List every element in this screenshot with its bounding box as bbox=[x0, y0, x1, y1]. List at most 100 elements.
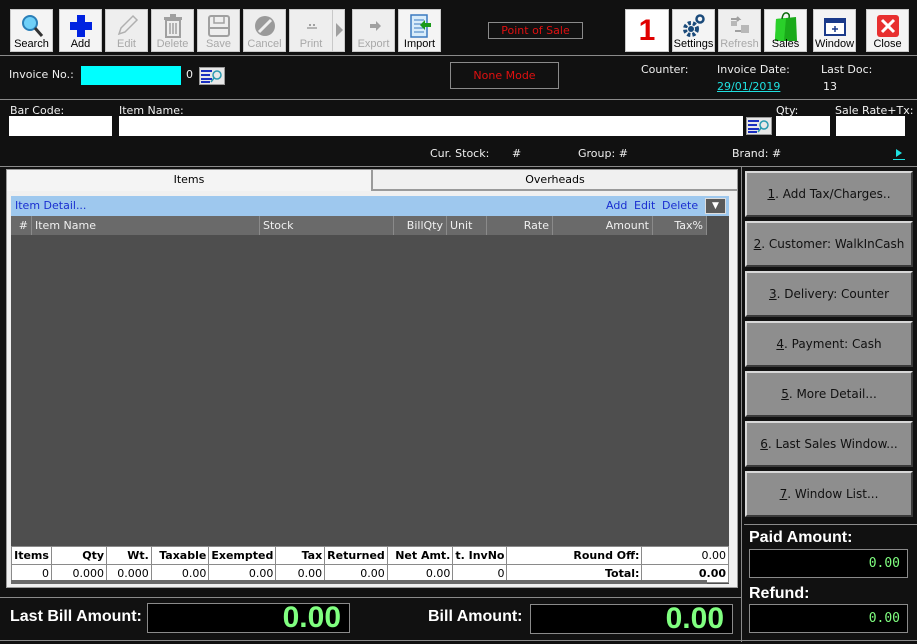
invoice-lookup-button[interactable] bbox=[199, 67, 225, 85]
invoice-date-label: Invoice Date: bbox=[717, 63, 790, 76]
item-edit-link[interactable]: Edit bbox=[634, 196, 655, 216]
invoice-suffix: 0 bbox=[186, 68, 193, 81]
item-detail-link[interactable]: Item Detail... bbox=[15, 196, 86, 216]
round-off-value: 0.00 bbox=[641, 546, 729, 565]
add-button[interactable]: Add bbox=[59, 9, 102, 52]
sum-header-tax: Tax bbox=[275, 546, 326, 565]
divider bbox=[0, 597, 741, 598]
delivery-button[interactable]: 3. Delivery: Counter bbox=[745, 271, 913, 317]
items-grid[interactable]: # Item Name Stock BillQty Unit Rate Amou… bbox=[11, 216, 729, 544]
search-icon bbox=[21, 15, 43, 37]
summary-scrollbar[interactable] bbox=[11, 580, 707, 584]
caret-right-icon bbox=[336, 23, 343, 37]
item-detail-bar: Item Detail... Add Edit Delete ▼ bbox=[11, 196, 729, 216]
counter-label: Counter: bbox=[641, 63, 689, 76]
last-sales-window-label: . Last Sales Window... bbox=[767, 437, 898, 451]
bill-amount-value: 0.00 bbox=[530, 604, 733, 634]
cancel-icon bbox=[254, 16, 275, 36]
print-button[interactable]: Print bbox=[289, 9, 345, 52]
invoice-date-link[interactable]: 29/01/2019 bbox=[717, 80, 780, 93]
expand-details-button[interactable] bbox=[893, 147, 905, 160]
search-button[interactable]: Search bbox=[10, 9, 53, 52]
grid-scrollbar[interactable] bbox=[707, 216, 729, 544]
barcode-input[interactable] bbox=[9, 116, 112, 136]
summary-header-row: Items Qty Wt. Taxable Exempted Tax Retur… bbox=[11, 546, 729, 565]
qty-input[interactable] bbox=[776, 116, 830, 136]
sale-rate-input[interactable] bbox=[836, 116, 905, 136]
window-button[interactable]: Window bbox=[813, 9, 856, 52]
shortcut-4: 4 bbox=[776, 337, 784, 351]
printer-icon bbox=[307, 24, 317, 29]
save-label: Save bbox=[205, 38, 232, 50]
refresh-icon bbox=[730, 16, 749, 33]
divider bbox=[0, 640, 917, 641]
pencil-icon bbox=[117, 14, 138, 36]
refresh-button[interactable]: Refresh bbox=[718, 9, 761, 52]
item-name-input[interactable] bbox=[119, 116, 743, 136]
tab-overheads[interactable]: Overheads bbox=[372, 169, 738, 190]
col-header-stock[interactable]: Stock bbox=[260, 216, 394, 235]
sum-header-qty: Qty bbox=[50, 546, 108, 565]
cancel-label: Cancel bbox=[247, 38, 282, 50]
mode-indicator: None Mode bbox=[450, 62, 559, 89]
paid-amount-label: Paid Amount: bbox=[749, 529, 853, 546]
item-lookup-button[interactable] bbox=[746, 117, 772, 135]
col-header-amount[interactable]: Amount bbox=[553, 216, 653, 235]
plus-icon bbox=[69, 15, 92, 37]
add-tax-charges-button[interactable]: 1. Add Tax/Charges.. bbox=[745, 171, 913, 217]
payment-button[interactable]: 4. Payment: Cash bbox=[745, 321, 913, 367]
window-list-button[interactable]: 7. Window List... bbox=[745, 471, 913, 517]
shortcut-6: 6 bbox=[760, 437, 768, 451]
import-button[interactable]: Import bbox=[398, 9, 441, 52]
list-search-icon bbox=[201, 70, 222, 83]
col-header-tax[interactable]: Tax% bbox=[653, 216, 707, 235]
add-tax-charges-label: . Add Tax/Charges.. bbox=[775, 187, 891, 201]
detail-dropdown-button[interactable]: ▼ bbox=[705, 198, 726, 214]
window-title: Point of Sale bbox=[488, 22, 583, 39]
close-button[interactable]: Close bbox=[866, 9, 909, 52]
item-add-link[interactable]: Add bbox=[606, 196, 627, 216]
edit-button[interactable]: Edit bbox=[105, 9, 148, 52]
delete-label: Delete bbox=[156, 38, 189, 50]
col-header-rate[interactable]: Rate bbox=[487, 216, 553, 235]
export-label: Export bbox=[357, 38, 390, 50]
sales-button[interactable]: Sales bbox=[764, 9, 807, 52]
paid-amount-value[interactable]: 0.00 bbox=[749, 549, 908, 578]
floppy-icon bbox=[207, 15, 230, 37]
payment-label: . Payment: Cash bbox=[784, 337, 882, 351]
col-header-unit[interactable]: Unit bbox=[447, 216, 487, 235]
refund-value: 0.00 bbox=[749, 604, 908, 633]
save-button[interactable]: Save bbox=[197, 9, 240, 52]
invoice-no-input[interactable] bbox=[81, 66, 181, 85]
last-bill-amount-label: Last Bill Amount: bbox=[10, 608, 142, 625]
shortcut-5: 5 bbox=[781, 387, 789, 401]
col-header-billqty[interactable]: BillQty bbox=[394, 216, 447, 235]
last-sales-window-button[interactable]: 6. Last Sales Window... bbox=[745, 421, 913, 467]
cancel-button[interactable]: Cancel bbox=[243, 9, 286, 52]
settings-button[interactable]: Settings bbox=[672, 9, 715, 52]
print-dropdown-arrow[interactable] bbox=[332, 10, 344, 51]
tab-items[interactable]: Items bbox=[6, 169, 372, 191]
last-bill-amount-value: 0.00 bbox=[147, 603, 350, 633]
export-button[interactable]: Export bbox=[352, 9, 395, 52]
sales-label: Sales bbox=[771, 38, 800, 50]
col-header-index[interactable]: # bbox=[11, 216, 32, 235]
cur-stock-value: # bbox=[512, 147, 522, 160]
right-panel-divider bbox=[741, 167, 742, 642]
summary-table: Items Qty Wt. Taxable Exempted Tax Retur… bbox=[11, 546, 729, 583]
col-header-item-name[interactable]: Item Name bbox=[32, 216, 260, 235]
print-label: Print bbox=[299, 38, 323, 50]
last-doc-label: Last Doc: bbox=[821, 63, 873, 76]
close-icon bbox=[876, 15, 899, 37]
divider bbox=[0, 166, 917, 167]
sum-header-returned: Returned bbox=[324, 546, 388, 565]
more-detail-button[interactable]: 5. More Detail... bbox=[745, 371, 913, 417]
item-delete-link[interactable]: Delete bbox=[662, 196, 698, 216]
edit-label: Edit bbox=[117, 38, 136, 50]
customer-label: . Customer: WalkInCash bbox=[761, 237, 905, 251]
counter-number: 1 bbox=[625, 9, 669, 52]
gears-icon bbox=[682, 14, 705, 37]
delete-button[interactable]: Delete bbox=[151, 9, 194, 52]
sum-header-exempted: Exempted bbox=[208, 546, 277, 565]
customer-button[interactable]: 2. Customer: WalkInCash bbox=[745, 221, 913, 267]
